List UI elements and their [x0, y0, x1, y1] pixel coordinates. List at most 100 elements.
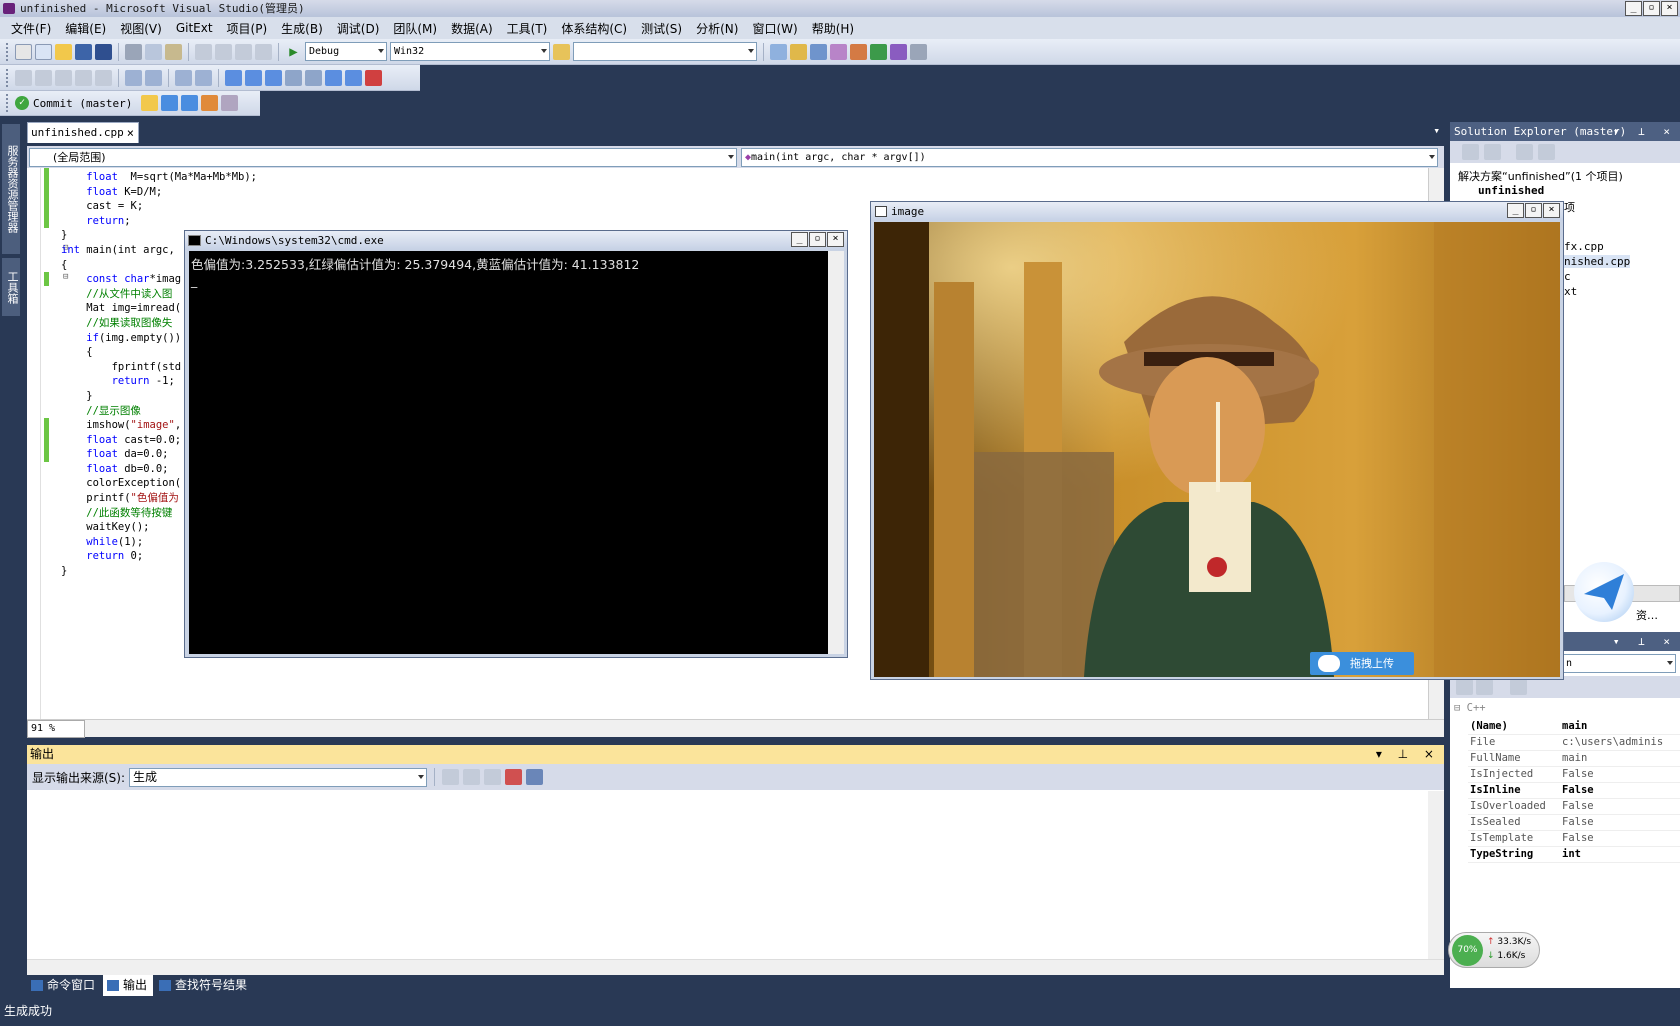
comment-lines-icon[interactable]	[175, 69, 192, 86]
code-line[interactable]: return;	[61, 214, 257, 229]
cmd-console[interactable]: 色偏值为:3.252533,红绿偏估计值为: 25.379494,黄蓝偏估计值为…	[189, 251, 829, 654]
tab-output[interactable]: 输出	[103, 975, 154, 996]
properties-icon[interactable]	[790, 43, 807, 60]
git-settings-icon[interactable]	[201, 95, 219, 111]
toggle-word-wrap-icon[interactable]	[526, 769, 544, 785]
complete-word-icon[interactable]	[75, 69, 92, 86]
menu-build[interactable]: 生成(B)	[274, 20, 330, 37]
menu-architecture[interactable]: 体系结构(C)	[554, 20, 634, 37]
push-icon[interactable]	[181, 95, 199, 111]
code-line[interactable]: float K=D/M;	[61, 185, 257, 200]
refresh-icon[interactable]	[1516, 144, 1533, 160]
property-row[interactable]: IsOverloaded False	[1468, 798, 1680, 815]
solution-platform-select[interactable]: Win32	[390, 42, 550, 61]
property-pages-icon[interactable]	[1510, 679, 1527, 695]
property-row[interactable]: TypeString int	[1468, 846, 1680, 863]
alphabetical-icon[interactable]	[1476, 679, 1493, 695]
paste-icon[interactable]	[165, 43, 182, 60]
copy-icon[interactable]	[145, 43, 162, 60]
browse-folder-icon[interactable]	[141, 95, 159, 111]
clear-all-icon[interactable]	[505, 769, 523, 785]
toolbar-grip[interactable]	[6, 94, 9, 112]
network-speed-widget[interactable]: 70% ↑ 33.3K/s ↓ 1.6K/s	[1448, 932, 1540, 968]
categorized-icon[interactable]	[1456, 679, 1473, 695]
toolbar-grip[interactable]	[6, 42, 9, 61]
cmd-minimize-button[interactable]: _	[791, 232, 808, 247]
find-in-files-icon[interactable]	[553, 43, 570, 60]
cmd-window[interactable]: C:\Windows\system32\cmd.exe _ ▫ × 色偏值为:3…	[184, 230, 848, 658]
menu-tools[interactable]: 工具(T)	[500, 20, 555, 37]
clear-bookmarks-icon[interactable]	[365, 69, 382, 86]
editor-horizontal-scrollbar[interactable]: 91 %	[27, 719, 1444, 738]
tree-solution[interactable]: 解决方案“unfinished”(1 个项目)	[1458, 168, 1623, 184]
tree-project[interactable]: unfinished	[1478, 184, 1544, 197]
properties-section[interactable]: ⊟ C++	[1454, 702, 1486, 714]
previous-message-icon[interactable]	[463, 769, 481, 785]
tree-item[interactable]: fx.cpp	[1564, 240, 1604, 253]
start-debugging-icon[interactable]: ▶	[285, 44, 302, 60]
image-window[interactable]: image _ ▫ × 拖拽上传	[870, 201, 1564, 680]
navigate-back-icon[interactable]	[235, 43, 252, 60]
property-row[interactable]: IsInline False	[1468, 782, 1680, 799]
next-bookmark-icon[interactable]	[265, 69, 282, 86]
next-bookmark-in-doc-icon[interactable]	[345, 69, 362, 86]
tab-unfinished-cpp[interactable]: unfinished.cpp ×	[27, 122, 139, 143]
new-project-icon[interactable]	[15, 43, 32, 60]
save-icon[interactable]	[75, 43, 92, 60]
scope-select[interactable]: (全局范围)	[29, 148, 737, 167]
object-browser-icon[interactable]	[810, 43, 827, 60]
find-message-icon[interactable]	[442, 769, 460, 785]
pull-icon[interactable]	[161, 95, 179, 111]
solution-tab[interactable]: 资…	[1636, 607, 1658, 623]
server-explorer-tab[interactable]: 服务器资源管理器	[2, 124, 20, 254]
menu-view[interactable]: 视图(V)	[113, 20, 169, 37]
quick-info-icon[interactable]	[55, 69, 72, 86]
solution-explorer-icon[interactable]	[770, 43, 787, 60]
tab-dropdown-icon[interactable]: ▾	[1433, 124, 1440, 137]
code-line[interactable]: cast = K;	[61, 199, 257, 214]
property-row[interactable]: (Name) main	[1468, 718, 1680, 735]
menu-window[interactable]: 窗口(W)	[745, 20, 804, 37]
find-combo[interactable]	[573, 42, 757, 61]
tree-item[interactable]: xt	[1564, 285, 1577, 298]
parameter-info-icon[interactable]	[35, 69, 52, 86]
property-row[interactable]: IsInjected False	[1468, 766, 1680, 783]
commit-button[interactable]: ✓ Commit (master)	[15, 96, 138, 110]
member-list-icon[interactable]	[15, 69, 32, 86]
menu-analyze[interactable]: 分析(N)	[689, 20, 745, 37]
tree-item[interactable]: c	[1564, 270, 1571, 283]
navigate-forward-icon[interactable]	[255, 43, 272, 60]
property-row[interactable]: FullName main	[1468, 750, 1680, 767]
output-source-select[interactable]: 生成	[129, 767, 428, 787]
menu-edit[interactable]: 编辑(E)	[58, 20, 113, 37]
zoom-select[interactable]: 91 %	[27, 720, 85, 738]
close-button[interactable]: ×	[1661, 1, 1678, 16]
drag-upload-button[interactable]: 拖拽上传	[1310, 652, 1414, 675]
tools-icon[interactable]	[850, 43, 867, 60]
menu-team[interactable]: 团队(M)	[386, 20, 444, 37]
property-row[interactable]: IsTemplate False	[1468, 830, 1680, 847]
image-minimize-button[interactable]: _	[1507, 203, 1524, 218]
member-select[interactable]: ◆main(int argc, char * argv[])	[741, 148, 1438, 167]
menu-help[interactable]: 帮助(H)	[805, 20, 861, 37]
open-folder-icon[interactable]	[55, 43, 72, 60]
show-all-files-icon[interactable]	[1462, 144, 1479, 160]
tree-item-selected[interactable]: nished.cpp	[1564, 255, 1631, 268]
maximize-button[interactable]: ▫	[1643, 1, 1660, 16]
prev-bookmark-in-folder-icon[interactable]	[285, 69, 302, 86]
menu-gitext[interactable]: GitExt	[169, 21, 220, 35]
menu-project[interactable]: 项目(P)	[220, 20, 275, 37]
git-tools-icon[interactable]	[221, 95, 239, 111]
redo-icon[interactable]	[215, 43, 232, 60]
cmd-maximize-button[interactable]: ▫	[809, 232, 826, 247]
add-item-icon[interactable]	[35, 43, 52, 60]
uncomment-lines-icon[interactable]	[195, 69, 212, 86]
minimize-button[interactable]: _	[1625, 1, 1642, 16]
image-title-bar[interactable]: image _ ▫ ×	[871, 202, 1563, 221]
previous-bookmark-icon[interactable]	[245, 69, 262, 86]
close-tab-icon[interactable]: ×	[127, 123, 134, 143]
extension-manager-icon[interactable]	[870, 43, 887, 60]
team-explorer-icon[interactable]	[890, 43, 907, 60]
cmd-scrollbar[interactable]	[828, 251, 844, 654]
cmd-title-bar[interactable]: C:\Windows\system32\cmd.exe _ ▫ ×	[185, 231, 847, 250]
